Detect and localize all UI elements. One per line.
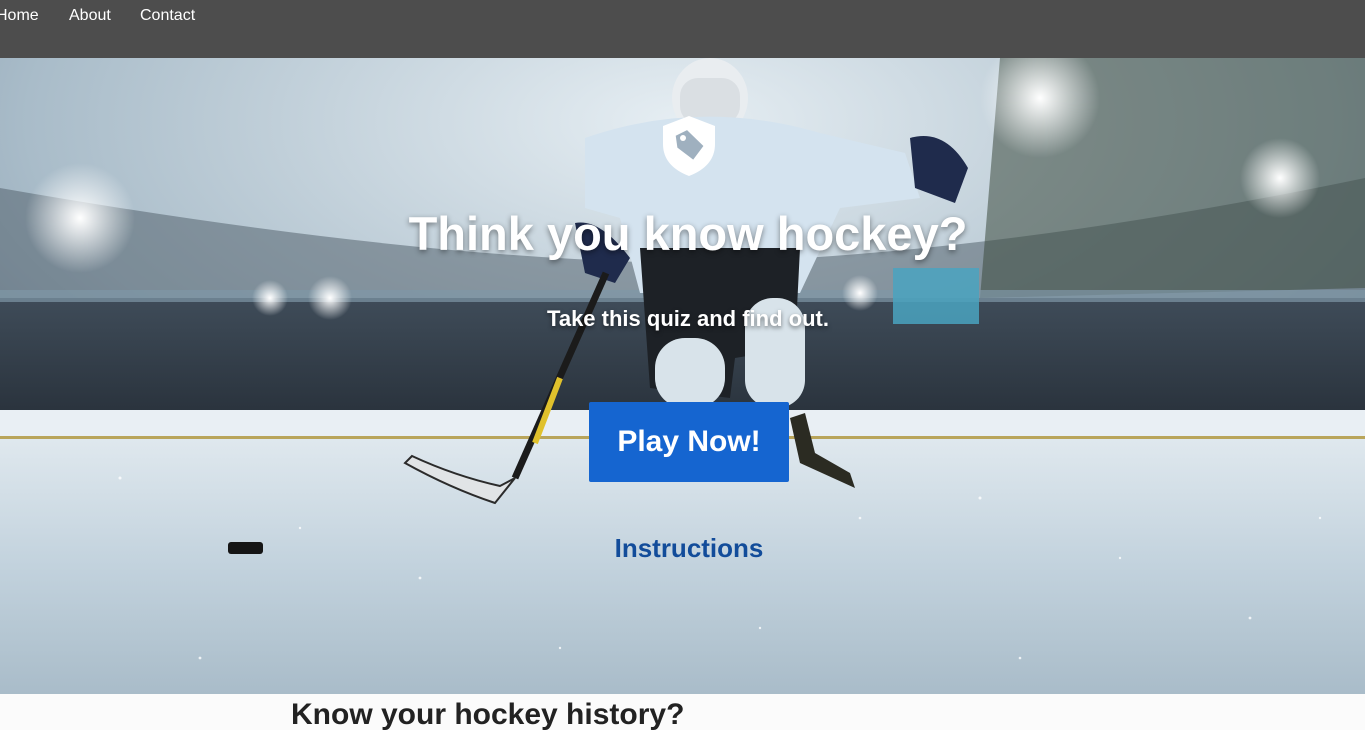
nav-home-link[interactable]: Home: [0, 7, 39, 25]
hero-section: Think you know hockey? Take this quiz an…: [0, 58, 1365, 694]
nav-contact-link[interactable]: Contact: [140, 7, 195, 25]
hero-content: Think you know hockey? Take this quiz an…: [0, 58, 1365, 694]
top-nav: Home About Contact: [0, 0, 1365, 58]
shield-tag-icon: [663, 116, 715, 176]
instructions-link[interactable]: Instructions: [0, 533, 1365, 564]
nav-about-link[interactable]: About: [69, 7, 111, 25]
hero-title: Think you know hockey?: [408, 207, 968, 260]
play-now-button[interactable]: Play Now!: [589, 402, 789, 482]
hero-subtitle: Take this quiz and find out.: [547, 306, 829, 331]
history-section: Know your hockey history?: [0, 694, 1365, 730]
section-heading: Know your hockey history?: [291, 698, 685, 730]
